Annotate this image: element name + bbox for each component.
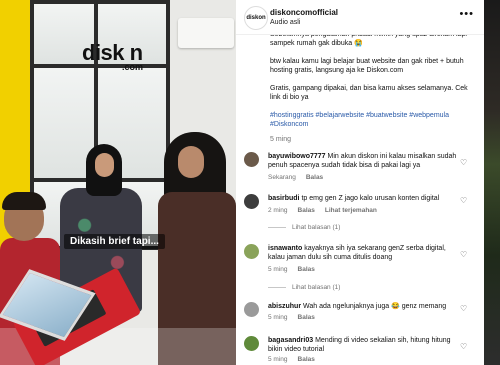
caption-paragraph: btw kalau kamu lagi belajar buat website…: [270, 58, 464, 74]
post-caption: Sebelumnya pengalaman pribadi mimin yang…: [270, 30, 474, 153]
caption-hashtags[interactable]: #hostinggratis #belajarwebsite #buatwebs…: [270, 111, 474, 129]
avatar[interactable]: [244, 336, 259, 351]
avatar[interactable]: diskon: [244, 6, 268, 30]
next-post-preview: [484, 0, 500, 365]
post-header: diskon diskoncomofficial Audio asli •••: [236, 0, 484, 35]
comment-text: abiszuhur Wah ada ngelunjaknya juga 😂 ge…: [268, 302, 462, 311]
avatar[interactable]: [244, 244, 259, 259]
more-options-icon[interactable]: •••: [459, 8, 474, 20]
like-heart-icon[interactable]: ♡: [460, 251, 468, 259]
avatar[interactable]: [244, 302, 259, 317]
translate-button[interactable]: Lihat terjemahan: [325, 207, 377, 214]
comment-time: 5 ming: [268, 314, 288, 321]
avatar[interactable]: [244, 152, 259, 167]
like-heart-icon[interactable]: ♡: [460, 343, 468, 351]
reply-button[interactable]: Balas: [306, 174, 323, 181]
view-replies-button[interactable]: Lihat balasan (1): [268, 224, 340, 231]
replies-divider: [268, 286, 286, 288]
like-heart-icon[interactable]: ♡: [460, 305, 468, 313]
reply-button[interactable]: Balas: [298, 314, 315, 321]
video-caption-text: Dikasih brief tapi...: [70, 236, 159, 247]
woman-right-face: [178, 146, 204, 178]
caption-paragraph: Gratis, gampang dipakai, dan bisa kamu a…: [270, 85, 468, 101]
comment-username[interactable]: bagasandri03: [268, 337, 313, 344]
audio-link[interactable]: Audio asli: [270, 19, 300, 26]
air-conditioner: [178, 18, 234, 48]
comment-time: 5 ming: [268, 266, 288, 273]
avatar[interactable]: [244, 194, 259, 209]
comment-meta: 2 ming Balas Lihat terjemahan: [268, 207, 387, 214]
reply-button[interactable]: Balas: [298, 266, 315, 273]
comment-meta: 5 ming Balas: [268, 314, 325, 321]
view-replies-label: Lihat balasan (1): [292, 224, 341, 231]
comment-body: Wah ada ngelunjaknya juga 😂 genz memang: [303, 303, 447, 310]
comment-username[interactable]: basirbudi: [268, 195, 300, 202]
comment-text: bagasandri03 Mending di video sekalian s…: [268, 336, 462, 354]
post-username[interactable]: diskoncomofficial: [270, 8, 338, 17]
comment-body: tp emg gen Z jago kalo urusan konten dig…: [301, 195, 440, 202]
like-heart-icon[interactable]: ♡: [460, 197, 468, 205]
comment-meta: 5 ming Balas: [268, 266, 325, 273]
comment-username[interactable]: abiszuhur: [268, 303, 301, 310]
comment-meta: Sekarang Balas: [268, 174, 333, 181]
comment-text: bayuwibowo7777 Min akun diskon ini kalau…: [268, 152, 462, 170]
comment-text: basirbudi tp emg gen Z jago kalo urusan …: [268, 194, 462, 203]
comment-username[interactable]: bayuwibowo7777: [268, 153, 326, 160]
like-heart-icon[interactable]: ♡: [460, 159, 468, 167]
reply-button[interactable]: Balas: [298, 207, 315, 214]
video-player[interactable]: disk n .com Dikasih brief tapi...: [0, 0, 236, 365]
comment-meta: 5 ming Balas: [268, 356, 325, 363]
window-pane: [34, 68, 94, 178]
comment-time: 2 ming: [268, 207, 288, 214]
woman-hijab-face: [95, 153, 114, 177]
video-caption: Dikasih brief tapi...: [64, 234, 165, 249]
brand-logo-sub: .com: [122, 62, 144, 72]
comment-time: Sekarang: [268, 174, 296, 181]
reply-button[interactable]: Balas: [298, 356, 315, 363]
avatar-text: diskon: [246, 15, 266, 21]
view-replies-label: Lihat balasan (1): [292, 284, 341, 291]
view-replies-button[interactable]: Lihat balasan (1): [268, 284, 340, 291]
comment-username[interactable]: isnawanto: [268, 245, 302, 252]
man-hair: [2, 192, 46, 210]
comment-text: isnawanto kayaknya sih iya sekarang genZ…: [268, 244, 462, 262]
caption-time: 5 ming: [270, 136, 292, 143]
comment-time: 5 ming: [268, 356, 288, 363]
comments-panel: Sebelumnya pengalaman pribadi mimin yang…: [236, 0, 484, 365]
replies-divider: [268, 226, 286, 228]
